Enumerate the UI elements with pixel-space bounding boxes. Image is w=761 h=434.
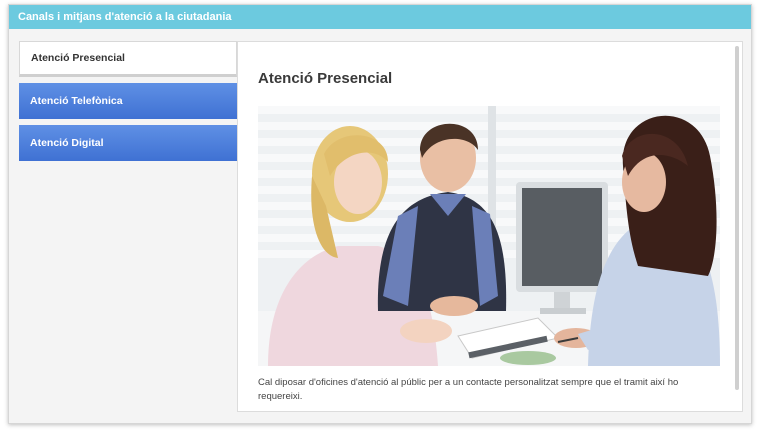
tab-atencio-telefonica[interactable]: Atenció Telefònica (19, 83, 237, 119)
tab-list: Atenció Presencial Atenció Telefònica At… (19, 41, 237, 167)
content-panel: Atenció Presencial Cal diposar d'oficine… (237, 41, 743, 412)
window-title: Canals i mitjans d'atenció a la ciutadan… (9, 5, 751, 29)
vertical-scrollbar[interactable] (735, 46, 739, 390)
tab-atencio-presencial[interactable]: Atenció Presencial (19, 41, 237, 77)
panel-title: Atenció Presencial (258, 70, 393, 87)
tab-atencio-digital[interactable]: Atenció Digital (19, 125, 237, 161)
office-meeting-photo (258, 106, 720, 366)
description-text: Cal diposar d'oficines d'atenció al públ… (258, 377, 679, 402)
dialog-window: Canals i mitjans d'atenció a la ciutadan… (8, 4, 752, 424)
